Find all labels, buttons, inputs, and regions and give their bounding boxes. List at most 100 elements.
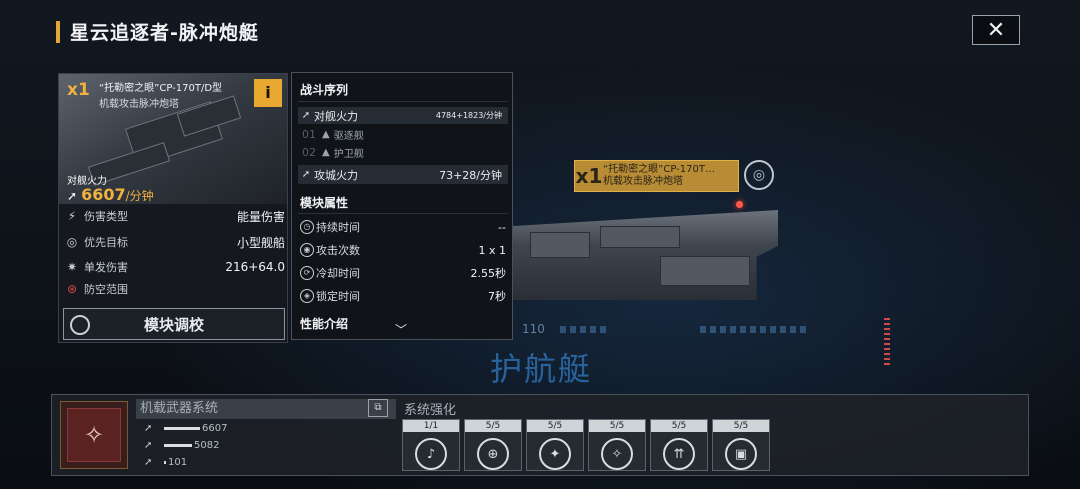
weapon-stat-siege: ➚ 5082: [144, 440, 219, 451]
attr-value: 2.55秒: [470, 267, 507, 280]
battle-sequence-title: 战斗序列: [300, 83, 349, 97]
clock-icon: ◷: [300, 220, 314, 234]
attr-label: 攻击次数: [316, 244, 360, 257]
upgrade-level: 5/5: [465, 420, 521, 432]
stat-row-damage-type: ⚡ 伤害类型 能量伤害: [63, 205, 285, 227]
weapon-stat-value: 6607: [202, 423, 228, 434]
attr-label: 锁定时间: [316, 290, 360, 303]
stat-value: 能量伤害: [236, 209, 285, 224]
system-upgrade-title: 系统强化: [404, 403, 457, 418]
sequence-num: 01: [302, 128, 316, 141]
rate-upgrade-icon: ⇈: [663, 438, 695, 470]
target-icon: ◎: [66, 235, 78, 249]
weapon-subtitle: 机载攻击脉冲炮塔: [99, 99, 179, 110]
copy-icon[interactable]: ⧉: [368, 399, 388, 417]
upgrade-slot[interactable]: 5/5 ⊕: [464, 419, 522, 471]
info-button[interactable]: i: [254, 79, 282, 107]
sequence-num: 02: [302, 146, 316, 159]
performance-title: 性能介绍: [300, 317, 349, 331]
title-bar: 星云追逐者-脉冲炮艇: [56, 18, 259, 45]
upgrade-level: 5/5: [589, 420, 645, 432]
upgrade-slot[interactable]: 1/1 ♪: [402, 419, 460, 471]
ship-light: [736, 201, 743, 208]
siege-fire-row: ➚ 攻城火力 73+28/分钟: [298, 165, 508, 184]
deco-bar: [560, 326, 610, 333]
weapon-system-title: 机载武器系统: [136, 399, 396, 419]
weapon-name: “托勒密之眼”CP-170T/D型: [99, 83, 223, 94]
attr-row-duration: ◷ 持续时间 --: [300, 219, 506, 235]
weapon-card: x1 “托勒密之眼”CP-170T/D型 机载攻击脉冲炮塔 i 对舰火力 ➚ 6…: [58, 73, 288, 343]
ship-plate: [600, 226, 680, 248]
siege-icon: ➚: [301, 169, 311, 180]
attr-value: 7秒: [488, 290, 506, 303]
upgrade-slot[interactable]: 5/5 ⇈: [650, 419, 708, 471]
stat-bar: [164, 444, 192, 447]
ship-tag-name: “托勒密之眼”CP-170T…: [603, 164, 715, 175]
firepower-value: 6607: [81, 185, 126, 204]
bottom-bar: ✧ 机载武器系统 ⧉ ➚ 6607 ➚ 5082 ➚ 101 系统强化 1/1 …: [51, 394, 1029, 476]
stat-row-priority-target: ◎ 优先目标 小型舰船: [63, 231, 285, 253]
stat-label: 优先目标: [84, 236, 128, 249]
module-tune-label: 模块调校: [143, 315, 204, 334]
upgrade-level: 1/1: [403, 420, 459, 432]
damage-type-icon: ⚡: [67, 209, 77, 223]
damage-upgrade-icon: ✦: [539, 438, 571, 470]
deco-bar: [700, 326, 810, 333]
hull-number: 110: [522, 322, 545, 336]
locate-icon[interactable]: ◎: [744, 160, 774, 190]
weapon-stat-value: 101: [168, 457, 188, 468]
ship-fire-value: 4784+1823/分钟: [435, 111, 502, 120]
strike-upgrade-icon: ✧: [601, 438, 633, 470]
ship-tag-text: “托勒密之眼”CP-170T… 机载攻击脉冲炮塔: [603, 164, 715, 188]
sequence-item: 02 ▲ 护卫舰: [302, 145, 364, 160]
ship-plate: [530, 232, 590, 258]
module-upgrade-icon: ▣: [725, 438, 757, 470]
stat-label: 单发伤害: [84, 261, 128, 274]
battle-panel[interactable]: 战斗序列 ➚ 对舰火力 4784+1823/分钟 01 ▲ 驱逐舰 02 ▲ 护…: [291, 72, 513, 340]
title-accent: [56, 20, 60, 43]
upgrade-level: 5/5: [651, 420, 707, 432]
attr-row-cooldown: ⟳ 冷却时间 2.55秒: [300, 265, 506, 281]
deco-red-bar: [884, 318, 890, 366]
upgrade-slot[interactable]: 5/5 ▣: [712, 419, 770, 471]
cooldown-icon: ⟳: [300, 266, 314, 280]
siege-icon: ➚: [144, 440, 153, 451]
stat-row-single-damage: ✷ 单发伤害 216+64.0: [63, 256, 285, 278]
attr-value: 1 x 1: [478, 243, 507, 257]
ship-model: [510, 196, 778, 316]
weapon-stat-air: ➚ 101: [144, 457, 187, 468]
stat-bar: [164, 461, 166, 464]
close-icon: ✕: [986, 17, 1006, 43]
ship-weapon-tag[interactable]: x1 “托勒密之眼”CP-170T… 机载攻击脉冲炮塔: [574, 160, 739, 192]
ship-fire-row: ➚ 对舰火力 4784+1823/分钟: [298, 107, 508, 124]
stat-label: 伤害类型: [84, 210, 128, 223]
upgrade-slot[interactable]: 5/5 ✦: [526, 419, 584, 471]
page-title: 星云追逐者-脉冲炮艇: [70, 22, 259, 44]
sequence-item: 01 ▲ 驱逐舰: [302, 127, 364, 142]
upgrade-level: 5/5: [527, 420, 583, 432]
attr-value: --: [498, 220, 506, 234]
siege-fire-label: 攻城火力: [314, 168, 358, 182]
attack-count-icon: ◉: [300, 243, 314, 257]
lock-icon: ◈: [300, 289, 314, 303]
single-damage-icon: ✷: [66, 260, 78, 274]
stat-row-anti-air: ⊛ 防空范围: [63, 278, 285, 300]
stat-bar: [164, 427, 200, 430]
precision-upgrade-icon: ⊕: [477, 438, 509, 470]
ship-fire-label: 对舰火力: [314, 109, 358, 123]
ship-tag-count: x1: [575, 164, 603, 188]
upgrade-slot[interactable]: 5/5 ✧: [588, 419, 646, 471]
frigate-icon: ▲: [322, 147, 330, 158]
module-tune-button[interactable]: 模块调校: [63, 308, 285, 340]
stat-value: 216+64.0: [225, 260, 285, 274]
sequence-label: 护卫舰: [333, 149, 364, 160]
weapon-slot[interactable]: ✧: [60, 401, 128, 469]
firepower-icon: ➚: [144, 423, 153, 434]
ship-plate: [660, 256, 750, 286]
chevron-down-icon[interactable]: ﹀: [395, 321, 407, 338]
destroyer-icon: ▲: [322, 129, 330, 140]
attr-row-attack-count: ◉ 攻击次数 1 x 1: [300, 242, 506, 258]
attr-label: 冷却时间: [316, 267, 360, 280]
ship-type-label: 护航艇: [490, 350, 593, 388]
close-button[interactable]: ✕: [972, 15, 1020, 45]
